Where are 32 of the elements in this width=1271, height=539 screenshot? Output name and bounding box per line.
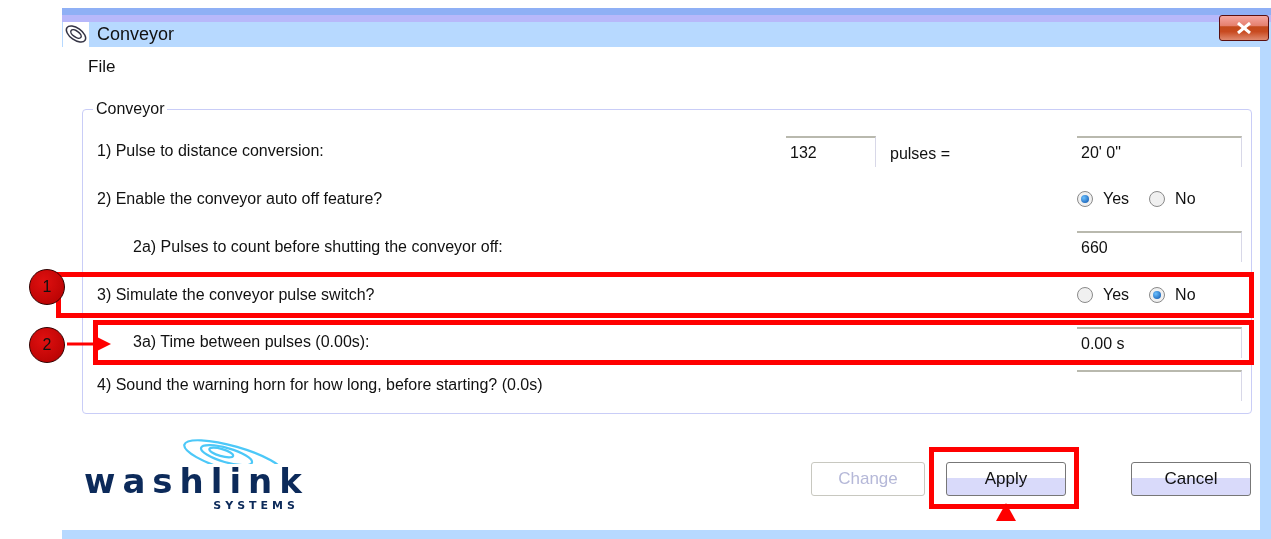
question-label: 3) Simulate the conveyor pulse switch? — [97, 286, 376, 304]
input-field[interactable]: 660 — [1077, 231, 1242, 262]
group-title: Conveyor — [95, 100, 166, 118]
question-label: 1) Pulse to distance conversion: — [97, 142, 325, 160]
window-title: Conveyor — [97, 24, 175, 45]
menu-item[interactable]: File — [88, 57, 116, 87]
close-button[interactable] — [1219, 15, 1269, 41]
input-field[interactable] — [1077, 369, 1242, 401]
radio-option[interactable]: Yes — [1077, 190, 1130, 208]
question-label: 4) Sound the warning horn for how long, before starting? (0.0s) — [97, 376, 544, 394]
radio-button[interactable] — [1149, 287, 1166, 303]
radio-button[interactable] — [1077, 287, 1093, 303]
input-field[interactable]: 0.00 s — [1077, 326, 1242, 358]
logo-tagline: SYSTEMS — [213, 500, 299, 511]
question-label: 2a) Pulses to count before shutting the conveyor off: — [133, 237, 504, 256]
close-icon — [1235, 22, 1253, 34]
radio-option[interactable]: No — [1149, 286, 1196, 304]
radio-option[interactable]: No — [1149, 190, 1196, 208]
step-number: 1 — [29, 269, 65, 305]
radio-option[interactable]: Yes — [1077, 286, 1130, 304]
radio-button[interactable] — [1077, 191, 1093, 207]
step-number: 2 — [29, 327, 65, 363]
unit-label: pulses = — [890, 145, 952, 163]
question-label: 2) Enable the conveyor auto off feature? — [97, 190, 384, 208]
arrow-icon — [996, 503, 1016, 521]
dialog-button[interactable]: Apply — [946, 462, 1066, 496]
distance-field[interactable]: 20' 0" — [1077, 135, 1242, 167]
pulses-field[interactable]: 132 — [786, 135, 876, 167]
radio-button[interactable] — [1149, 191, 1166, 207]
question-label: 3a) Time between pulses (0.00s): — [133, 333, 371, 351]
dialog-button[interactable]: Cancel — [1131, 462, 1251, 496]
logo-name: washlink — [84, 464, 309, 498]
